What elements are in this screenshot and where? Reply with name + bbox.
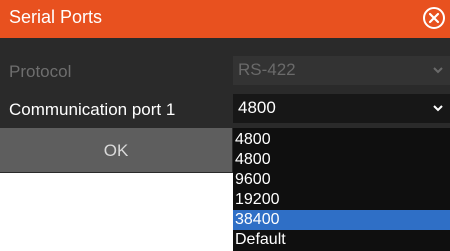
dropdown-option[interactable]: 9600	[233, 170, 450, 190]
close-icon[interactable]	[422, 6, 446, 30]
protocol-select[interactable]: RS-422	[233, 56, 450, 85]
dropdown-option[interactable]: 4800	[233, 150, 450, 170]
ok-button[interactable]: OK	[0, 128, 232, 172]
baud-rate-dropdown: 4800 4800 9600 19200 38400 Default	[233, 128, 450, 251]
ok-button-label: OK	[103, 141, 129, 160]
dropdown-option[interactable]: 4800	[233, 130, 450, 150]
communication-port-select[interactable]: 4800	[233, 94, 450, 123]
dialog-title: Serial Ports	[9, 7, 103, 27]
dropdown-option-selected[interactable]: 38400	[233, 210, 450, 230]
communication-port-label: Communication port 1	[9, 100, 176, 119]
chevron-down-icon	[433, 67, 443, 74]
chevron-down-icon	[433, 105, 443, 112]
dropdown-option[interactable]: Default	[233, 230, 450, 250]
dropdown-option[interactable]: 19200	[233, 190, 450, 210]
protocol-label: Protocol	[9, 62, 72, 81]
protocol-value: RS-422	[238, 60, 296, 79]
dialog-titlebar: Serial Ports	[0, 0, 450, 38]
port-value: 4800	[238, 98, 276, 117]
